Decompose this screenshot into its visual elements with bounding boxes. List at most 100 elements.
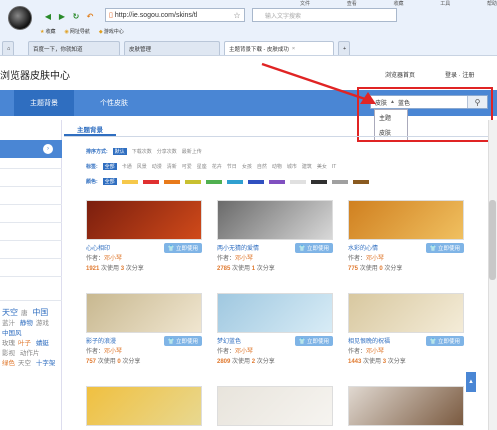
- sidebar-tag[interactable]: 中国风: [2, 329, 22, 339]
- theme-card[interactable]: 相见恨晚的祝福 👕 立即使用 作者：邓小琴 1443 次使用 3 次分享: [348, 293, 464, 365]
- color-swatch[interactable]: [205, 179, 222, 184]
- tag-option[interactable]: 城市: [287, 163, 297, 170]
- sort-option[interactable]: 默认: [112, 148, 127, 155]
- sidebar-tag[interactable]: 中国: [32, 308, 48, 318]
- theme-thumbnail[interactable]: [86, 200, 202, 240]
- tab-personal-skin[interactable]: 个性皮肤: [84, 90, 144, 116]
- tab-skin-manager[interactable]: 皮肤管理: [124, 41, 220, 55]
- theme-thumbnail[interactable]: [217, 293, 333, 333]
- tab-theme-background[interactable]: 主题背景: [14, 90, 74, 116]
- theme-card[interactable]: 心心相印 👕 立即使用 作者：邓小琴 1921 次使用 3 次分享: [86, 200, 202, 272]
- color-swatch[interactable]: [310, 179, 327, 184]
- tag-option[interactable]: 美女: [317, 163, 327, 170]
- tag-option[interactable]: 可爱: [182, 163, 192, 170]
- favorite-item[interactable]: ◆游戏中心: [99, 28, 124, 35]
- theme-thumbnail[interactable]: [217, 200, 333, 240]
- sidebar-tag[interactable]: 玫瑰: [2, 339, 15, 349]
- tag-option[interactable]: 花卉: [212, 163, 222, 170]
- sidebar-tag[interactable]: 动作片: [20, 349, 40, 359]
- sidebar-tag[interactable]: 绿色: [2, 359, 15, 369]
- use-now-button[interactable]: 👕 立即使用: [294, 335, 333, 346]
- tab-baidu[interactable]: 百度一下，你就知道: [28, 41, 120, 55]
- scrollbar-thumb[interactable]: [489, 200, 496, 280]
- sidebar-tag[interactable]: 叶子: [18, 339, 31, 349]
- tag-option[interactable]: 风景: [137, 163, 147, 170]
- tag-option[interactable]: 动漫: [152, 163, 162, 170]
- menu-item[interactable]: 收藏: [393, 0, 403, 8]
- tag-option[interactable]: 清新: [167, 163, 177, 170]
- author-name[interactable]: 邓小琴: [235, 349, 253, 355]
- author-name[interactable]: 邓小琴: [104, 349, 122, 355]
- sidebar-tag[interactable]: 静物: [20, 319, 33, 329]
- back-to-top-button[interactable]: ▲: [466, 372, 476, 392]
- theme-thumbnail[interactable]: [348, 293, 464, 333]
- author-name[interactable]: 邓小琴: [235, 256, 253, 262]
- tag-option[interactable]: 节日: [227, 163, 237, 170]
- theme-card[interactable]: 水彩的心情 👕 立即使用 作者：邓小琴 775 次使用 0 次分享: [348, 200, 464, 272]
- sidebar-tag[interactable]: 影视: [2, 349, 15, 359]
- favorite-item[interactable]: ★收藏: [40, 28, 56, 35]
- theme-name[interactable]: 水彩的心情: [348, 243, 378, 252]
- color-swatch[interactable]: [352, 179, 369, 184]
- sidebar-tag[interactable]: 十字架: [36, 359, 56, 369]
- forward-icon[interactable]: ▶: [56, 10, 68, 22]
- color-option[interactable]: 全部: [102, 178, 117, 185]
- theme-card[interactable]: 梦幻蓝色 👕 立即使用 作者：邓小琴 2809 次使用 2 次分享: [217, 293, 333, 365]
- home-icon[interactable]: ⌂: [2, 41, 14, 55]
- theme-card[interactable]: 影子的浪漫 👕 立即使用 作者：邓小琴 757 次使用 0 次分享: [86, 293, 202, 365]
- back-icon[interactable]: ◀: [42, 10, 54, 22]
- color-swatch[interactable]: [268, 179, 285, 184]
- theme-name[interactable]: 心心相印: [86, 243, 110, 252]
- color-swatch[interactable]: [142, 179, 159, 184]
- menu-item[interactable]: 帮助: [487, 0, 497, 8]
- favorite-item[interactable]: ◉网址导航: [65, 28, 90, 35]
- theme-name[interactable]: 两小无猜的爱情: [217, 243, 259, 252]
- tag-option[interactable]: 动物: [272, 163, 282, 170]
- bookmark-star-icon[interactable]: ☆: [231, 8, 243, 22]
- menu-item[interactable]: 工具: [440, 0, 450, 8]
- address-bar[interactable]: ▯ http://ie.sogou.com/skins/tl: [105, 8, 245, 22]
- color-swatch[interactable]: [184, 179, 201, 184]
- new-tab-button[interactable]: +: [338, 41, 350, 55]
- tag-option[interactable]: 星座: [197, 163, 207, 170]
- tag-option[interactable]: IT: [332, 164, 336, 170]
- color-swatch[interactable]: [226, 179, 243, 184]
- color-swatch[interactable]: [163, 179, 180, 184]
- use-now-button[interactable]: 👕 立即使用: [425, 242, 464, 253]
- use-now-button[interactable]: 👕 立即使用: [163, 335, 202, 346]
- tab-theme-download[interactable]: 主题背景下载 - 皮肤成功 ×: [224, 41, 334, 55]
- browser-home-link[interactable]: 浏览器首页: [385, 70, 415, 79]
- sort-option[interactable]: 最新上传: [182, 148, 202, 155]
- use-now-button[interactable]: 👕 立即使用: [425, 335, 464, 346]
- sidebar-tag[interactable]: 天空: [2, 308, 18, 318]
- menu-item[interactable]: 查看: [347, 0, 357, 8]
- theme-thumbnail[interactable]: [86, 293, 202, 333]
- register-link[interactable]: 注册: [462, 73, 474, 79]
- sidebar-tag[interactable]: 蓝汁: [2, 319, 15, 329]
- sidebar-tag[interactable]: 天空: [18, 359, 31, 369]
- tag-option[interactable]: 自然: [257, 163, 267, 170]
- theme-card[interactable]: [348, 386, 464, 426]
- login-link[interactable]: 登录: [445, 73, 457, 79]
- color-swatch[interactable]: [247, 179, 264, 184]
- author-name[interactable]: 邓小琴: [104, 256, 122, 262]
- color-swatch[interactable]: [121, 179, 138, 184]
- theme-thumbnail[interactable]: [86, 386, 202, 426]
- use-now-button[interactable]: 👕 立即使用: [163, 242, 202, 253]
- author-name[interactable]: 邓小琴: [366, 349, 384, 355]
- refresh-icon[interactable]: ↻: [70, 10, 82, 22]
- theme-name[interactable]: 梦幻蓝色: [217, 336, 241, 345]
- sidebar-tag[interactable]: 蜻蜓: [36, 339, 49, 349]
- use-now-button[interactable]: 👕 立即使用: [294, 242, 333, 253]
- sidebar-tag[interactable]: 游戏: [36, 319, 49, 329]
- chevron-right-icon[interactable]: ›: [43, 144, 53, 154]
- menu-item[interactable]: 文件: [300, 0, 310, 8]
- sort-option[interactable]: 下载次数: [132, 148, 152, 155]
- theme-card[interactable]: [217, 386, 333, 426]
- theme-thumbnail[interactable]: [217, 386, 333, 426]
- sort-option[interactable]: 分享次数: [157, 148, 177, 155]
- undo-icon[interactable]: ↶: [84, 10, 96, 22]
- theme-card[interactable]: 两小无猜的爱情 👕 立即使用 作者：邓小琴 2785 次使用 1 次分享: [217, 200, 333, 272]
- tag-option[interactable]: 建筑: [302, 163, 312, 170]
- tag-option[interactable]: 卡通: [122, 163, 132, 170]
